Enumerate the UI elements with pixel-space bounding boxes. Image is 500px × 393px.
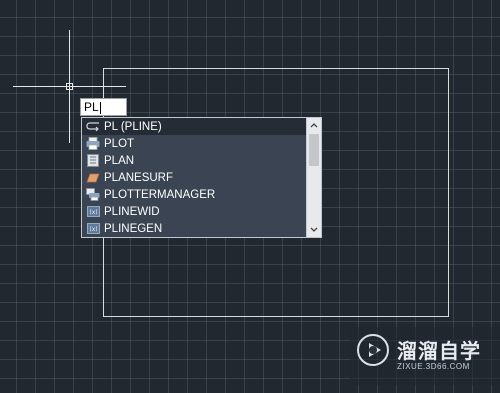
autocomplete-item-plan[interactable]: PLAN [82,152,306,169]
chevron-up-icon [310,123,318,128]
autocomplete-item-pline[interactable]: PL (PLINE) [82,118,306,135]
autocomplete-item-label: PLAN [104,154,135,167]
autocomplete-item-label: PLINEGEN [104,222,163,235]
scrollbar-thumb[interactable] [309,134,319,166]
scroll-down-button[interactable] [307,222,321,237]
pickbox-icon [66,83,73,90]
plan-icon [86,154,100,167]
command-autocomplete-list[interactable]: PL (PLINE) PLOT PLAN PLANESURF PLOTTERMA [81,117,322,238]
autocomplete-item-plinegen[interactable]: (x) PLINEGEN [82,220,306,237]
autocomplete-item-plinewid[interactable]: (x) PLINEWID [82,203,306,220]
svg-text:(x): (x) [89,209,97,216]
autocomplete-item-planesurf[interactable]: PLANESURF [82,169,306,186]
autocomplete-scrollbar[interactable] [306,118,321,237]
printer-icon [86,137,100,150]
plotter-manager-icon [86,188,100,201]
system-variable-icon: (x) [86,222,100,235]
system-variable-icon: (x) [86,205,100,218]
autocomplete-item-plot[interactable]: PLOT [82,135,306,152]
command-input-text: PL [84,100,99,114]
autocomplete-item-label: PLOTTERMANAGER [104,188,216,201]
autocomplete-item-label: PLANESURF [104,171,174,184]
svg-text:(x): (x) [89,226,97,233]
autocomplete-item-plottermanager[interactable]: PLOTTERMANAGER [82,186,306,203]
watermark-title: 溜溜自学 [397,341,481,363]
watermark-url: ZIXUE.3D66.COM [397,362,470,371]
autocomplete-item-label: PL (PLINE) [104,120,162,133]
text-caret [99,101,101,114]
scroll-up-button[interactable] [307,118,321,133]
autocomplete-item-label: PLOT [104,137,135,150]
planesurf-icon [86,171,100,184]
play-logo-icon [356,333,390,367]
dynamic-command-input[interactable]: PL [80,98,127,116]
autocomplete-item-label: PLINEWID [104,205,160,218]
watermark: 溜溜自学 ZIXUE.3D66.COM [350,327,500,385]
pline-icon [86,120,100,133]
autocomplete-items: PL (PLINE) PLOT PLAN PLANESURF PLOTTERMA [82,118,306,237]
chevron-down-icon [310,227,318,232]
